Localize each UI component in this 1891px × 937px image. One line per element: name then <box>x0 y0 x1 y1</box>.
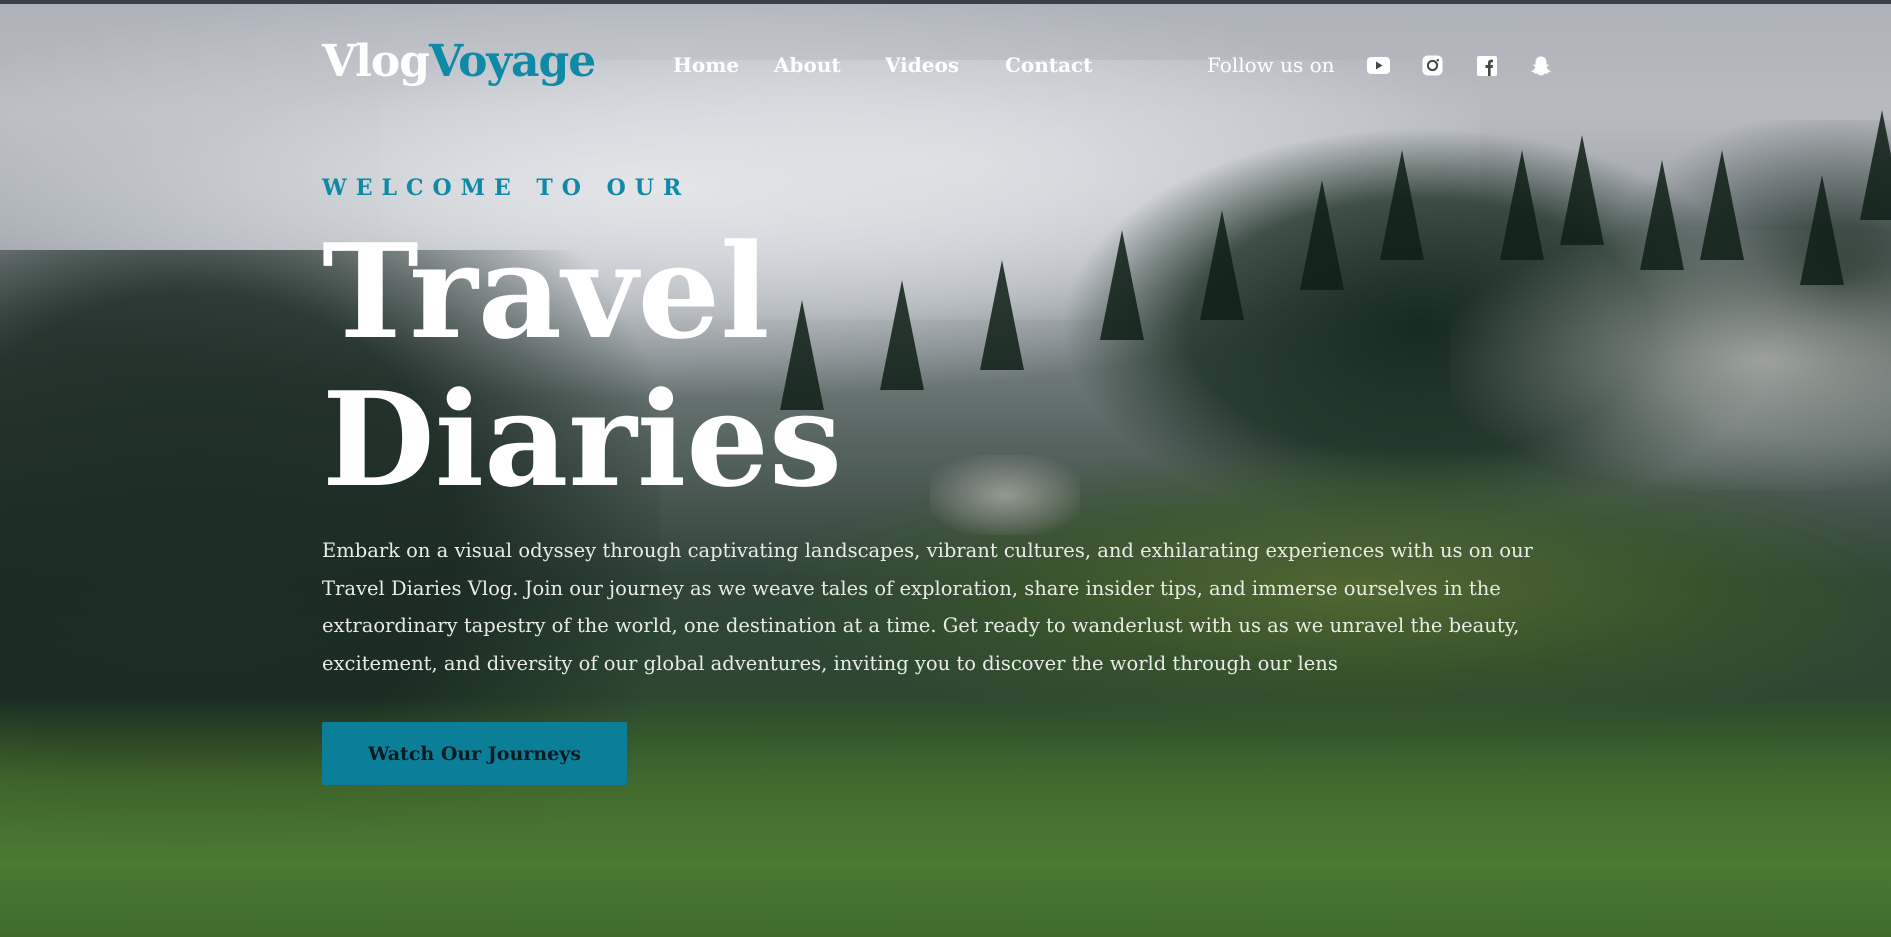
hero-description: Embark on a visual odyssey through capti… <box>322 539 1533 675</box>
site-logo[interactable]: VlogVoyage <box>322 40 596 84</box>
site-header: VlogVoyage Home About Videos Contact Fol… <box>0 0 1891 130</box>
watch-journeys-button[interactable]: Watch Our Journeys <box>322 722 627 785</box>
hero-title: Travel Diaries <box>322 218 842 514</box>
hero-title-line-1: Travel <box>322 215 770 368</box>
snapchat-icon[interactable] <box>1529 54 1552 77</box>
youtube-icon[interactable] <box>1367 54 1390 77</box>
facebook-icon[interactable] <box>1475 54 1498 77</box>
nav-link-contact[interactable]: Contact <box>1005 53 1125 77</box>
main-nav: Home About Videos Contact <box>673 53 1125 77</box>
top-border <box>0 0 1891 4</box>
hero-title-line-2: Diaries <box>322 363 843 516</box>
hero-background-image <box>0 0 1891 937</box>
follow-us-label: Follow us on <box>1207 53 1335 77</box>
nav-link-about[interactable]: About <box>774 53 885 77</box>
social-links <box>1367 54 1552 77</box>
logo-text-accent: Voyage <box>428 36 596 87</box>
nav-link-home[interactable]: Home <box>673 53 774 77</box>
instagram-icon[interactable] <box>1421 54 1444 77</box>
hero-eyebrow: WELCOME TO OUR <box>322 175 691 201</box>
nav-link-videos[interactable]: Videos <box>885 53 1005 77</box>
logo-text-primary: Vlog <box>322 36 430 87</box>
